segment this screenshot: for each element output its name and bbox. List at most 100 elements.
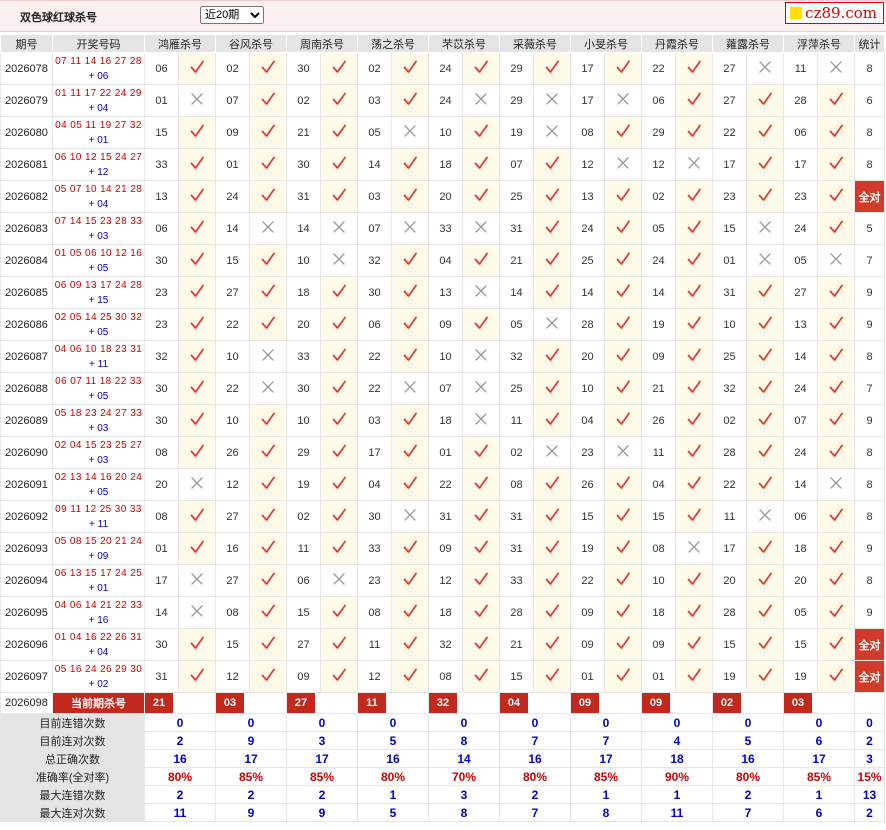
check-icon [758,92,772,105]
check-icon [332,380,346,393]
check-icon [332,92,346,105]
result-wrong [533,436,571,469]
check-icon [687,572,701,585]
summary-value: 17 [215,749,287,768]
result-correct [391,596,429,629]
red-balls: 07 14 15 23 28 33 [54,215,143,227]
column-header: 采薇杀号 [499,34,571,53]
result-correct [462,628,500,661]
draw-numbers: 05 08 15 20 21 24 + 09 [52,532,145,565]
summary-value: 80% [499,767,571,786]
draw-numbers: 05 18 23 24 27 33 + 03 [52,404,145,437]
table-row: 2026090 02 04 15 23 25 27 + 03 08 26 29 17 01 02… [0,436,885,469]
kill-number: 12 [570,148,605,181]
table-row: 2026089 05 18 23 24 27 33 + 03 30 10 10 03 18 11… [0,404,885,437]
result-correct [320,340,358,373]
kill-number: 03 [357,180,392,213]
blue-ball: + 05 [88,326,109,338]
kill-number: 18 [783,532,818,565]
summary-value: 17 [286,749,358,768]
check-icon [332,444,346,457]
result-wrong [320,244,358,277]
check-icon [190,380,204,393]
current-stat-empty [854,692,885,714]
result-correct [675,212,713,245]
check-icon [403,412,417,425]
result-wrong [320,564,358,597]
kill-number: 05 [641,212,676,245]
summary-value: 2 [144,785,216,804]
check-icon [190,668,204,681]
result-wrong [462,340,500,373]
result-correct [391,564,429,597]
kill-number: 28 [783,84,818,117]
check-icon [474,540,488,553]
site-logo[interactable]: cz89.com [785,2,884,24]
kill-number: 01 [570,660,605,693]
check-icon [403,636,417,649]
summary-value: 3 [286,731,358,750]
draw-numbers: 05 16 24 26 29 30 + 02 [52,660,145,693]
kill-number: 08 [499,468,534,501]
kill-number: 12 [641,148,676,181]
cross-icon [830,61,842,73]
kill-number: 10 [641,564,676,597]
red-balls: 02 04 15 23 25 27 [54,439,143,451]
kill-number: 29 [499,52,534,85]
kill-number: 15 [144,116,179,149]
kill-number: 01 [215,148,250,181]
result-correct [178,532,216,565]
result-correct [675,52,713,85]
correct-count: 9 [854,308,885,341]
result-correct [817,148,855,181]
check-icon [758,124,772,137]
summary-value: 0 [712,713,784,732]
blue-ball: + 12 [88,166,109,178]
result-correct [462,532,500,565]
summary-value: 8 [570,803,642,822]
summary-label: 目前连错次数 [0,713,145,732]
kill-number: 06 [144,52,179,85]
kill-number: 08 [144,500,179,533]
check-icon [829,508,843,521]
cross-icon [475,349,487,361]
check-icon [829,668,843,681]
period-select[interactable]: 近20期 [200,6,264,24]
kill-number: 10 [428,116,463,149]
current-kill-cell: 21 [144,692,216,714]
check-icon [261,124,275,137]
result-correct [320,500,358,533]
correct-count: 8 [854,116,885,149]
check-icon [616,60,630,73]
result-correct [675,84,713,117]
result-correct [604,116,642,149]
red-balls: 06 09 13 17 24 28 [54,279,143,291]
summary-row: 准确率(全对率) 80% 85% 85% 80% 70% 80% 85% 90% 80% 85% 15… [0,767,885,786]
kill-number: 01 [712,244,747,277]
check-icon [190,508,204,521]
result-correct [320,84,358,117]
kill-number: 30 [286,148,321,181]
summary-stat: 2 [854,803,885,822]
all-correct-badge: 全对 [854,628,885,661]
blue-ball: + 05 [88,390,109,402]
draw-numbers: 06 07 11 18 22 33 + 05 [52,372,145,405]
red-balls: 05 08 15 20 21 24 [54,535,143,547]
kill-number: 28 [712,436,747,469]
kill-number: 23 [357,564,392,597]
kill-number: 29 [641,116,676,149]
result-wrong [178,468,216,501]
summary-value: 18 [641,749,713,768]
summary-value: 4 [641,731,713,750]
blue-ball: + 11 [89,358,108,370]
table-row: 2026084 01 05 06 10 12 16 + 05 30 15 10 32 04 21… [0,244,885,277]
kill-number: 20 [428,180,463,213]
result-correct [178,116,216,149]
result-correct [178,212,216,245]
summary-value: 0 [570,713,642,732]
summary-value: 2 [712,785,784,804]
cross-icon [333,253,345,265]
kill-number: 19 [712,660,747,693]
result-correct [675,276,713,309]
kill-number: 31 [286,180,321,213]
